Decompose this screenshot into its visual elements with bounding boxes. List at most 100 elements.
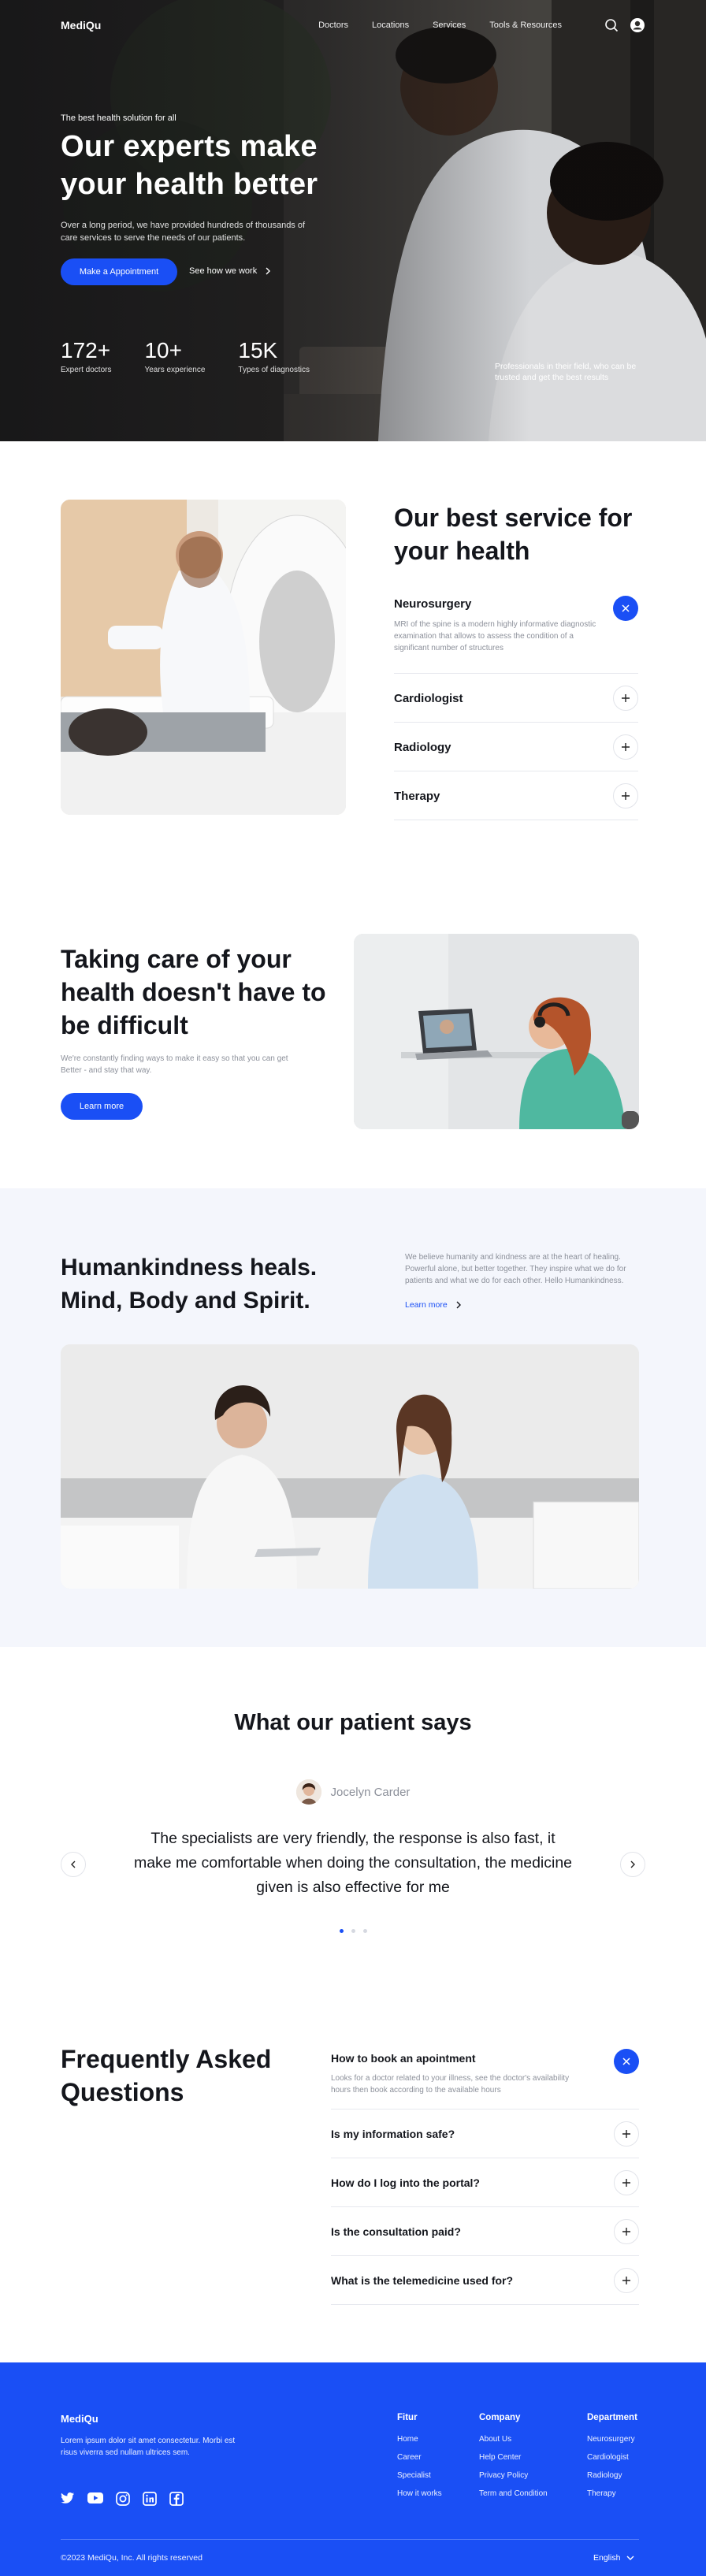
- plus-icon[interactable]: [613, 783, 638, 808]
- service-item-cardiologist[interactable]: Cardiologist: [394, 674, 638, 723]
- carousel-dots: [0, 1929, 706, 1933]
- humankindness-lead: We believe humanity and kindness are at …: [405, 1253, 626, 1285]
- faq-item[interactable]: What is the telemedicine used for?: [331, 2256, 639, 2305]
- nav-link-locations[interactable]: Locations: [372, 20, 409, 30]
- testimonial-section: What our patient says Jocelyn Carder The…: [0, 1647, 706, 1978]
- hero-section: MediQu Doctors Locations Services Tools …: [0, 0, 706, 441]
- nav-link-services[interactable]: Services: [433, 20, 466, 30]
- footer-link[interactable]: Radiology: [587, 2471, 637, 2480]
- footer-link[interactable]: Home: [397, 2435, 442, 2444]
- care-lead: We're constantly finding ways to make it…: [61, 1054, 288, 1075]
- faq-answer: Looks for a doctor related to your illne…: [331, 2074, 570, 2095]
- faq-item[interactable]: Is the consultation paid?: [331, 2207, 639, 2256]
- faq-title: Frequently Asked Questions: [61, 2045, 272, 2106]
- faq-item[interactable]: Is my information safe?: [331, 2109, 639, 2158]
- make-appointment-button[interactable]: Make a Appointment: [61, 258, 177, 285]
- user-icon[interactable]: [630, 17, 645, 33]
- learn-more-link[interactable]: Learn more: [405, 1300, 462, 1310]
- twitter-icon[interactable]: [61, 2492, 75, 2506]
- stat-value: 172+: [61, 338, 111, 362]
- footer-link[interactable]: Therapy: [587, 2489, 637, 2498]
- plus-icon[interactable]: [613, 734, 638, 760]
- footer-link[interactable]: Privacy Policy: [479, 2471, 548, 2480]
- learn-more-button[interactable]: Learn more: [61, 1093, 143, 1120]
- youtube-icon[interactable]: [87, 2492, 103, 2506]
- nav-menu: Doctors Locations Services Tools & Resou…: [318, 20, 562, 30]
- footer-link[interactable]: Specialist: [397, 2471, 442, 2480]
- footer: MediQu Lorem ipsum dolor sit amet consec…: [0, 2362, 706, 2576]
- footer-link[interactable]: Help Center: [479, 2453, 548, 2462]
- instagram-icon[interactable]: [116, 2492, 130, 2506]
- nav-link-tools[interactable]: Tools & Resources: [489, 20, 562, 30]
- search-icon[interactable]: [604, 18, 619, 32]
- service-title: Cardiologist: [394, 692, 463, 705]
- footer-col-title: Fitur: [397, 2413, 418, 2422]
- services-title: Our best service for your health: [394, 504, 633, 565]
- footer-link[interactable]: Term and Condition: [479, 2489, 548, 2498]
- footer-col-fitur: Fitur Home Career Specialist How it work…: [397, 2413, 442, 2507]
- stat-value: 10+: [144, 338, 182, 362]
- faq-question: Is my information safe?: [331, 2128, 455, 2140]
- care-section: Taking care of your health doesn't have …: [0, 851, 706, 1188]
- care-title: Taking care of your health doesn't have …: [61, 945, 326, 1039]
- faq-question: What is the telemedicine used for?: [331, 2274, 514, 2287]
- hero-tagline: Professionals in their field, who can be…: [495, 362, 637, 382]
- chevron-down-icon: [626, 2556, 634, 2561]
- service-item-radiology[interactable]: Radiology: [394, 723, 638, 771]
- plus-icon[interactable]: [614, 2268, 639, 2293]
- services-accordion: Neurosurgery MRI of the spine is a moder…: [394, 589, 638, 820]
- service-title: Neurosurgery: [394, 597, 472, 611]
- carousel-dot[interactable]: [362, 1929, 367, 1933]
- footer-link[interactable]: About Us: [479, 2435, 548, 2444]
- next-arrow-icon[interactable]: [620, 1852, 645, 1877]
- service-item-therapy[interactable]: Therapy: [394, 771, 638, 820]
- testimonial-title: What our patient says: [234, 1710, 472, 1735]
- faq-item[interactable]: How to book an apointment Looks for a do…: [331, 2044, 639, 2109]
- humankindness-title: Humankindness heals. Mind, Body and Spir…: [61, 1255, 318, 1314]
- testimonial-name: Jocelyn Carder: [330, 1785, 411, 1799]
- nav-link-doctors[interactable]: Doctors: [318, 20, 348, 30]
- plus-icon[interactable]: [614, 2170, 639, 2195]
- footer-col-company: Company About Us Help Center Privacy Pol…: [479, 2413, 548, 2507]
- footer-description: Lorem ipsum dolor sit amet consectetur. …: [61, 2437, 236, 2457]
- hero-stats: 172+ Expert doctors 10+ Years experience…: [61, 337, 310, 374]
- footer-col-title: Company: [479, 2413, 521, 2422]
- footer-link[interactable]: How it works: [397, 2489, 442, 2498]
- mri-photo: [61, 500, 346, 815]
- copyright: ©2023 MediQu, Inc. All rights reserved: [61, 2553, 203, 2563]
- doctor-patient-photo: [61, 1344, 639, 1589]
- stat-value: 15K: [238, 338, 278, 362]
- stat-diagnostics: 15K Types of diagnostics: [238, 337, 310, 374]
- testimonial-quote: The specialists are very friendly, the r…: [133, 1830, 573, 1896]
- stat-years: 10+ Years experience: [144, 337, 205, 374]
- footer-link[interactable]: Cardiologist: [587, 2453, 637, 2462]
- carousel-dot[interactable]: [339, 1929, 344, 1933]
- logo[interactable]: MediQu: [61, 19, 101, 32]
- chevron-right-icon: [455, 1301, 462, 1309]
- footer-col-department: Department Neurosurgery Cardiologist Rad…: [587, 2413, 637, 2507]
- page: MediQu Doctors Locations Services Tools …: [0, 0, 706, 2576]
- stat-doctors: 172+ Expert doctors: [61, 337, 111, 374]
- top-nav: MediQu Doctors Locations Services Tools …: [61, 17, 645, 33]
- carousel-dot[interactable]: [351, 1929, 355, 1933]
- service-item-neurosurgery[interactable]: Neurosurgery MRI of the spine is a moder…: [394, 589, 638, 674]
- faq-item[interactable]: How do I log into the portal?: [331, 2158, 639, 2207]
- facebook-icon[interactable]: [169, 2492, 184, 2506]
- learn-more-label: Learn more: [405, 1300, 448, 1310]
- footer-link[interactable]: Career: [397, 2453, 442, 2462]
- close-icon[interactable]: [613, 596, 638, 621]
- close-icon[interactable]: [614, 2049, 639, 2074]
- language-selector[interactable]: English: [593, 2553, 634, 2563]
- linkedin-icon[interactable]: [143, 2492, 157, 2506]
- see-how-we-work-link[interactable]: See how we work: [189, 266, 271, 276]
- stat-label: Types of diagnostics: [238, 366, 310, 374]
- nav-icons: [604, 17, 645, 33]
- plus-icon[interactable]: [613, 686, 638, 711]
- humankindness-section: Humankindness heals. Mind, Body and Spir…: [0, 1188, 706, 1647]
- plus-icon[interactable]: [614, 2219, 639, 2244]
- footer-link[interactable]: Neurosurgery: [587, 2435, 637, 2444]
- prev-arrow-icon[interactable]: [61, 1852, 86, 1877]
- footer-logo[interactable]: MediQu: [61, 2413, 98, 2425]
- service-title: Therapy: [394, 790, 440, 803]
- plus-icon[interactable]: [614, 2121, 639, 2147]
